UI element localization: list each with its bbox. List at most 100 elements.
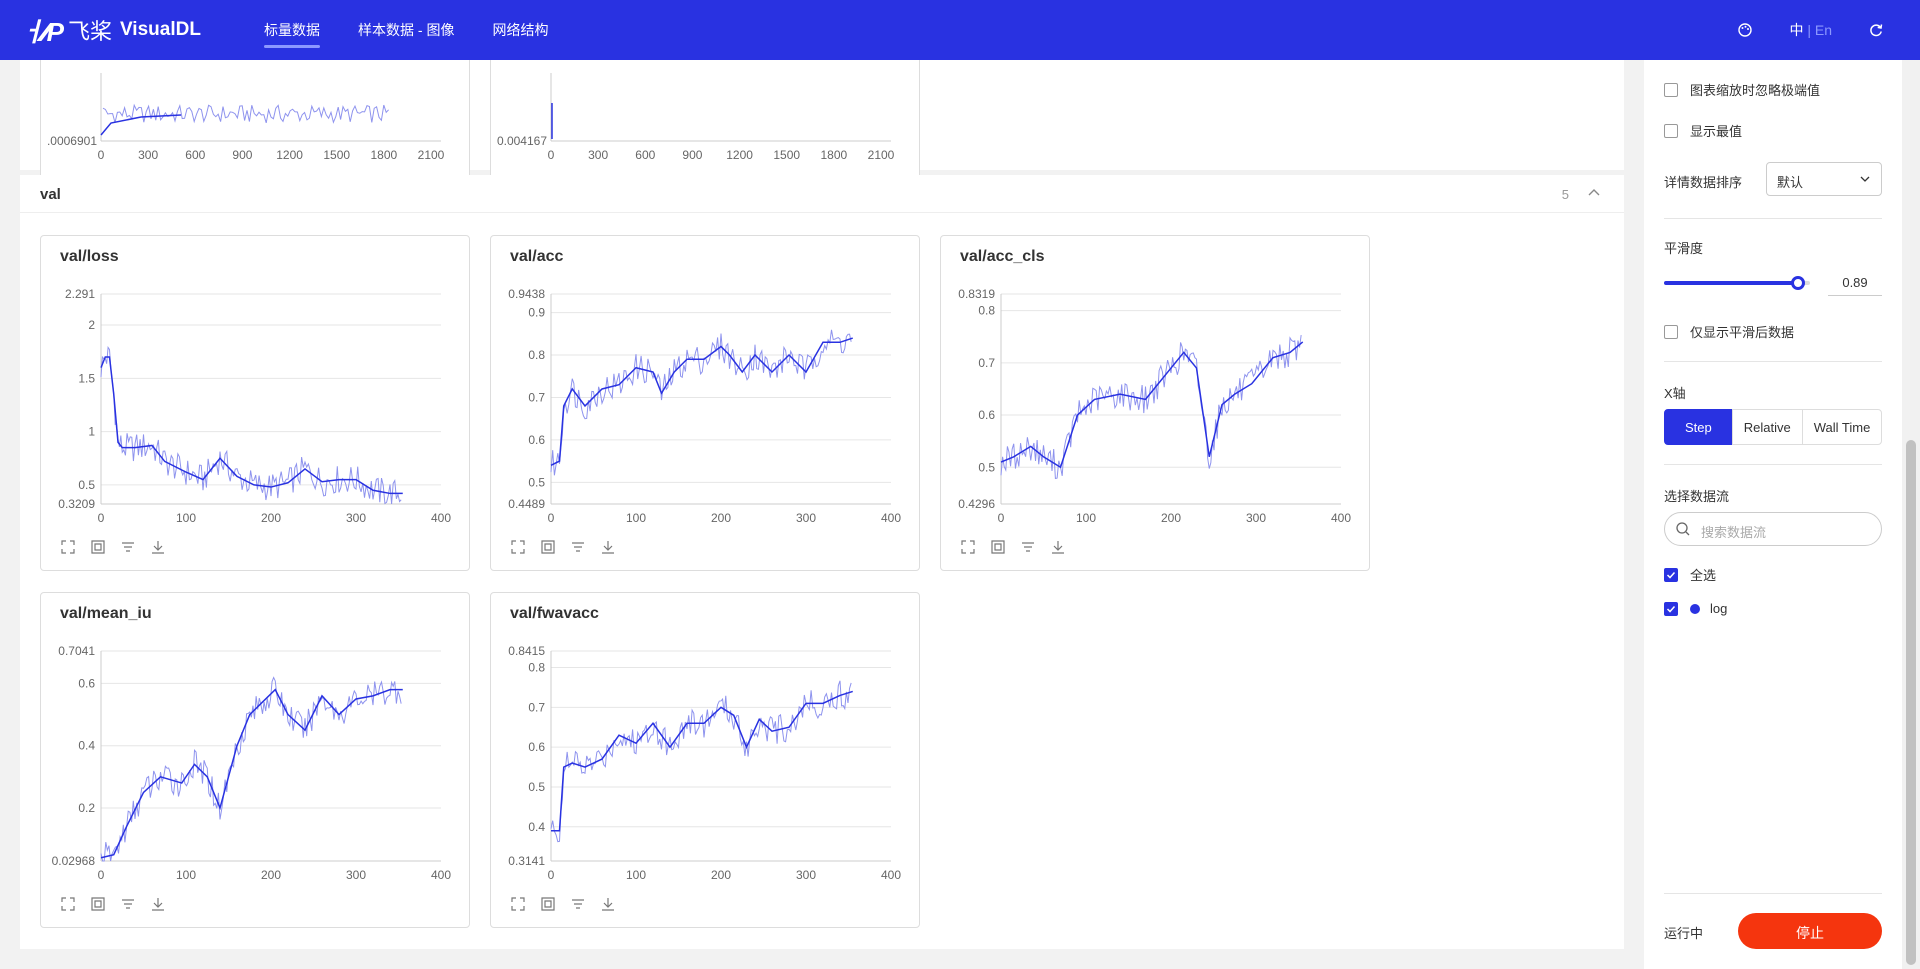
line-chart[interactable]: 0.7041 0.6 0.4 0.2 0.029680 100 200 300 400 [41,593,471,893]
download-icon[interactable] [1049,538,1067,556]
stream-log-checkbox[interactable] [1664,601,1678,616]
smoothed-series-line [100,114,182,136]
x-tick-label: 2100 [418,148,445,162]
y-tick-label: 0.6 [528,433,545,447]
y-tick-label: 0.7 [528,700,545,714]
show-extreme-option[interactable]: 显示最值 [1664,121,1742,140]
maximize-icon[interactable] [59,895,77,913]
xaxis-step-button[interactable]: Step [1664,409,1733,445]
x-tick-label: 300 [138,148,158,162]
line-chart-partial[interactable]: .00069010 300 600 900 1200 1500 1800 2100 [41,60,471,173]
stream-label: 选择数据流 [1664,489,1730,504]
filter-lines-icon[interactable] [119,895,137,913]
fit-screen-icon[interactable] [89,538,107,556]
top-navbar: ㅓ⁄⁄P 飞桨 VisualDL 标量数据 样本数据 - 图像 网络结构 中 |… [0,0,1920,60]
line-chart[interactable]: 0.8319 0.8 0.7 0.6 0.5 0.42960 100 200 300 400 [941,236,1371,536]
scrollbar-thumb[interactable] [1906,440,1916,965]
ignore-outliers-checkbox[interactable] [1664,82,1678,97]
only-smoothed-checkbox[interactable] [1664,324,1678,339]
smoothing-slider-handle[interactable] [1791,276,1805,290]
y-tick-label: 0.5 [78,478,95,492]
previous-group-panel: .0006901 0 300 600 900 1200 1500 1800 2100 0.004… [20,60,1624,208]
x-tick-label: 300 [346,511,366,525]
x-tick-label: 400 [431,511,451,525]
x-tick-label: 600 [635,148,655,162]
y-tick-label: 1.5 [78,371,95,385]
line-chart[interactable]: 0.8415 0.8 0.7 0.6 0.5 0.4 0.31410 100 200 300 400 [491,593,921,893]
x-tick-label: 900 [682,148,702,162]
maximize-icon[interactable] [59,538,77,556]
chart-toolbar [59,538,179,556]
xaxis-walltime-button[interactable]: Wall Time [1801,409,1883,445]
x-tick-label: 0 [98,868,105,882]
x-tick-label: 100 [626,868,646,882]
filter-lines-icon[interactable] [569,895,587,913]
chevron-up-icon[interactable] [1584,183,1604,203]
palette-icon[interactable] [1737,22,1753,38]
maximize-icon[interactable] [959,538,977,556]
fit-screen-icon[interactable] [89,895,107,913]
select-all-option[interactable]: 全选 [1664,565,1716,584]
x-tick-label: 200 [711,868,731,882]
fit-screen-icon[interactable] [989,538,1007,556]
download-icon[interactable] [599,538,617,556]
refresh-icon[interactable] [1868,22,1884,38]
group-name: val [40,186,61,203]
filter-lines-icon[interactable] [1019,538,1037,556]
x-tick-label: 0 [548,868,555,882]
x-tick-label: 400 [881,868,901,882]
smoothing-value-input[interactable]: 0.89 [1828,270,1882,296]
x-tick-label: 2100 [868,148,895,162]
logo[interactable]: ㅓ⁄⁄P 飞桨 VisualDL [20,12,264,49]
nav-graph[interactable]: 网络结构 [492,0,548,60]
chart-card: val/fwavacc 0.8415 0.8 0.7 0.6 0.5 0.4 0.3141 0 1… [490,592,920,928]
fit-screen-icon[interactable] [539,538,557,556]
select-all-checkbox[interactable] [1664,567,1678,582]
nav-image[interactable]: 样本数据 - 图像 [358,0,454,60]
xaxis-relative-button[interactable]: Relative [1731,409,1803,445]
page-scrollbar[interactable] [1902,60,1920,969]
x-tick-label: 1500 [773,148,800,162]
x-tick-label: 0 [98,148,105,162]
group-header[interactable]: val 5 [20,175,1624,213]
show-extreme-checkbox[interactable] [1664,123,1678,138]
x-tick-label: 200 [261,511,281,525]
y-tick-label: 0.4296 [958,497,995,511]
divider [1664,361,1882,362]
filter-lines-icon[interactable] [569,538,587,556]
smoothing-slider-track[interactable] [1664,281,1798,285]
lang-en[interactable]: En [1815,22,1832,38]
x-tick-label: 200 [261,868,281,882]
lang-zh[interactable]: 中 [1789,22,1803,38]
ignore-outliers-option[interactable]: 图表缩放时忽略极端值 [1664,80,1820,99]
line-chart[interactable]: 0.9438 0.9 0.8 0.7 0.6 0.5 0.44890 100 200 300 400 [491,236,921,536]
stream-search-input[interactable]: 搜索数据流 [1664,512,1882,546]
language-switch[interactable]: 中 | En [1789,20,1832,40]
stream-log-option[interactable]: log [1664,601,1727,616]
stop-button[interactable]: 停止 [1738,913,1882,949]
line-chart-partial[interactable]: 0.0041670 300 600 900 1200 1500 1800 2100 [491,60,921,173]
fit-screen-icon[interactable] [539,895,557,913]
only-smoothed-option[interactable]: 仅显示平滑后数据 [1664,322,1794,341]
nav-scalar[interactable]: 标量数据 [264,0,320,60]
sort-select[interactable]: 默认 [1766,162,1882,196]
download-icon[interactable] [599,895,617,913]
x-tick-label: 0 [548,148,555,162]
chart-toolbar [59,895,179,913]
filter-lines-icon[interactable] [119,538,137,556]
maximize-icon[interactable] [509,538,527,556]
line-chart[interactable]: 2.291 2 1.5 1 0.5 0.32090 100 200 300 400 [41,236,471,536]
y-tick-label: 0.5 [528,475,545,489]
y-tick-label: 2.291 [65,287,95,301]
chart-toolbar [509,538,629,556]
x-tick-label: 100 [176,511,196,525]
x-tick-label: 300 [588,148,608,162]
x-tick-label: 1800 [371,148,398,162]
y-tick-label: 0.8 [528,348,545,362]
maximize-icon[interactable] [509,895,527,913]
sort-value: 默认 [1777,175,1804,190]
download-icon[interactable] [149,538,167,556]
download-icon[interactable] [149,895,167,913]
x-tick-label: 300 [796,868,816,882]
ignore-outliers-label: 图表缩放时忽略极端值 [1690,83,1821,98]
